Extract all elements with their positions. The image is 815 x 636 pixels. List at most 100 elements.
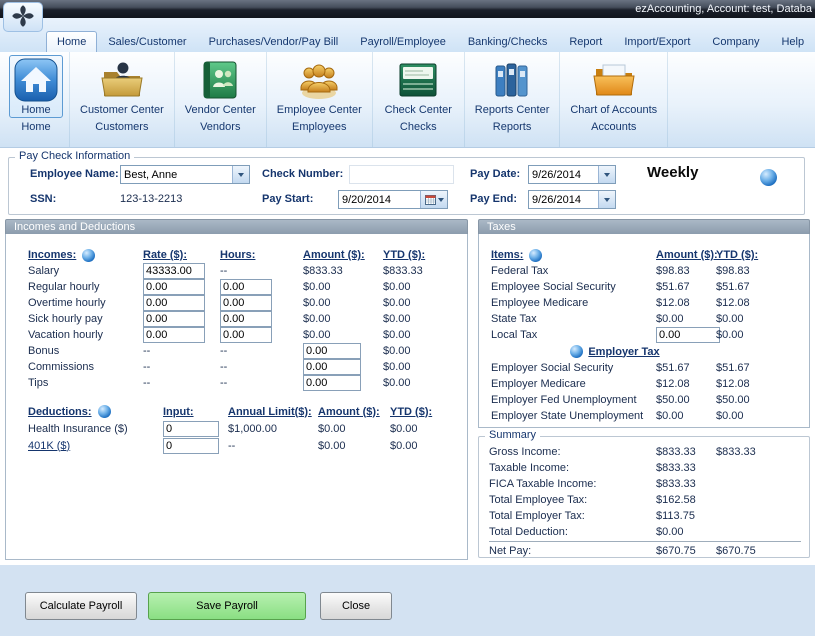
chevron-down-icon — [598, 191, 615, 208]
employee-name-label: Employee Name: — [30, 168, 119, 180]
regular-hourly-hours-input[interactable] — [220, 279, 272, 295]
tab-help[interactable]: Help — [770, 31, 815, 52]
tax-row-employer-fed-unemployment: Employer Fed Unemployment $50.00 $50.00 — [491, 392, 809, 408]
deduction-col-annual-limit: Annual Limit($): — [228, 406, 318, 418]
app-window: ezAccounting, Account: test, Databa Home… — [0, 0, 815, 636]
employer-tax-title: Employer Tax — [588, 346, 659, 358]
pay-date-select[interactable]: 9/26/2014 — [528, 165, 616, 184]
state-tax-ytd: $0.00 — [716, 313, 788, 325]
deduction-row-label: 401K ($) — [28, 440, 163, 452]
calculate-payroll-button[interactable]: Calculate Payroll — [25, 592, 137, 620]
toolbar-employee-center-button[interactable]: Employee Center Employees — [267, 52, 373, 147]
vacation-hourly-hours-input[interactable] — [220, 327, 272, 343]
toolbar-check-center-button[interactable]: Check Center Checks — [373, 52, 465, 147]
income-row-label: Regular hourly — [28, 281, 143, 293]
local-tax-input[interactable] — [656, 327, 720, 343]
sick-hourly-amount-value: $0.00 — [303, 313, 383, 325]
income-row-regular-hourly: Regular hourly $0.00 $0.00 — [28, 279, 467, 295]
summary-row-gross-income: Gross Income: $833.33 $833.33 — [489, 444, 801, 460]
tab-company[interactable]: Company — [701, 31, 770, 52]
employee-ss-amount: $51.67 — [656, 281, 716, 293]
pay-date-value: 9/26/2014 — [529, 166, 598, 183]
income-col-rate: Rate ($): — [143, 249, 220, 261]
income-col-ytd: YTD ($): — [383, 249, 467, 261]
vendor-center-icon — [197, 57, 243, 103]
tab-payroll-employee[interactable]: Payroll/Employee — [349, 31, 457, 52]
sick-hourly-rate-input[interactable] — [143, 311, 205, 327]
health-insurance-limit-value: $1,000.00 — [228, 423, 318, 435]
help-globe-icon[interactable] — [760, 169, 777, 186]
summary-section-title: Summary — [485, 429, 540, 441]
toolbar-vendor-center-button[interactable]: Vendor Center Vendors — [175, 52, 267, 147]
total-employee-tax-value: $162.58 — [656, 494, 716, 506]
tips-amount-input[interactable] — [303, 375, 361, 391]
summary-row-label: Gross Income: — [489, 446, 656, 458]
tax-col-items: Items: — [491, 249, 523, 261]
tab-sales-customer[interactable]: Sales/Customer — [97, 31, 197, 52]
sick-hourly-ytd-value: $0.00 — [383, 313, 467, 325]
summary-row-label: Total Employee Tax: — [489, 494, 656, 506]
income-header-row: Incomes: Rate ($): Hours: Amount ($): YT… — [28, 247, 467, 263]
k401-input[interactable] — [163, 438, 219, 454]
income-row-commissions: Commissions -- -- $0.00 — [28, 359, 467, 375]
employer-ss-amount: $51.67 — [656, 362, 716, 374]
toolbar-item-title: Check Center — [385, 104, 452, 116]
ssn-label: SSN: — [30, 193, 56, 205]
deduction-row-label: Health Insurance ($) — [28, 423, 163, 435]
deduction-header-row: Deductions: Input: Annual Limit($): Amou… — [28, 403, 467, 420]
summary-row-label: Taxable Income: — [489, 462, 656, 474]
employee-name-select[interactable]: Best, Anne — [120, 165, 250, 184]
pay-frequency-label: Weekly — [647, 164, 698, 181]
taxes-header: Taxes — [478, 219, 810, 234]
tab-purchases-vendor-pay-bill[interactable]: Purchases/Vendor/Pay Bill — [198, 31, 350, 52]
toolbar-item-title: Employee Center — [277, 104, 362, 116]
overtime-hourly-rate-input[interactable] — [143, 295, 205, 311]
tax-row-employee-medicare: Employee Medicare $12.08 $12.08 — [491, 295, 809, 311]
toolbar-chart-of-accounts-button[interactable]: Chart of Accounts Accounts — [560, 52, 668, 147]
close-button[interactable]: Close — [320, 592, 392, 620]
help-icon[interactable] — [82, 249, 95, 262]
tax-row-employer-medicare: Employer Medicare $12.08 $12.08 — [491, 376, 809, 392]
vacation-hourly-rate-input[interactable] — [143, 327, 205, 343]
pay-start-datepicker[interactable]: 9/20/2014 — [338, 190, 448, 209]
bonus-amount-input[interactable] — [303, 343, 361, 359]
help-icon[interactable] — [529, 249, 542, 262]
pay-date-label: Pay Date: — [470, 168, 520, 180]
toolbar-customer-center-button[interactable]: Customer Center Customers — [70, 52, 175, 147]
save-payroll-button[interactable]: Save Payroll — [148, 592, 306, 620]
help-icon[interactable] — [570, 345, 583, 358]
tax-header-row: Items: Amount ($): YTD ($): — [491, 247, 809, 263]
check-number-input[interactable] — [349, 165, 454, 184]
tab-home[interactable]: Home — [46, 31, 97, 52]
income-row-vacation-hourly: Vacation hourly $0.00 $0.00 — [28, 327, 467, 343]
toolbar-reports-center-button[interactable]: Reports Center Reports — [465, 52, 561, 147]
toolbar-home-button[interactable]: Home Home — [3, 52, 70, 147]
employee-medicare-ytd: $12.08 — [716, 297, 788, 309]
pay-end-select[interactable]: 9/26/2014 — [528, 190, 616, 209]
employee-ss-ytd: $51.67 — [716, 281, 788, 293]
app-menu-button[interactable] — [3, 2, 43, 32]
sick-hourly-hours-input[interactable] — [220, 311, 272, 327]
summary-row-label: Total Deduction: — [489, 526, 656, 538]
tab-banking-checks[interactable]: Banking/Checks — [457, 31, 559, 52]
regular-hourly-amount-value: $0.00 — [303, 281, 383, 293]
overtime-hourly-ytd-value: $0.00 — [383, 297, 467, 309]
employer-medicare-ytd: $12.08 — [716, 378, 788, 390]
health-insurance-input[interactable] — [163, 421, 219, 437]
vacation-hourly-amount-value: $0.00 — [303, 329, 383, 341]
toolbar-item-subtitle: Vendors — [200, 121, 240, 133]
commissions-amount-input[interactable] — [303, 359, 361, 375]
tab-import-export[interactable]: Import/Export — [613, 31, 701, 52]
deduction-col-input: Input: — [163, 406, 228, 418]
chevron-down-icon — [232, 166, 249, 183]
regular-hourly-rate-input[interactable] — [143, 279, 205, 295]
check-center-icon — [395, 57, 441, 103]
overtime-hourly-hours-input[interactable] — [220, 295, 272, 311]
salary-rate-input[interactable] — [143, 263, 205, 279]
regular-hourly-ytd-value: $0.00 — [383, 281, 467, 293]
income-row-salary: Salary -- $833.33 $833.33 — [28, 263, 467, 279]
summary-row-taxable-income: Taxable Income: $833.33 — [489, 460, 801, 476]
help-icon[interactable] — [98, 405, 111, 418]
tips-rate-value: -- — [143, 377, 220, 389]
tab-report[interactable]: Report — [558, 31, 613, 52]
